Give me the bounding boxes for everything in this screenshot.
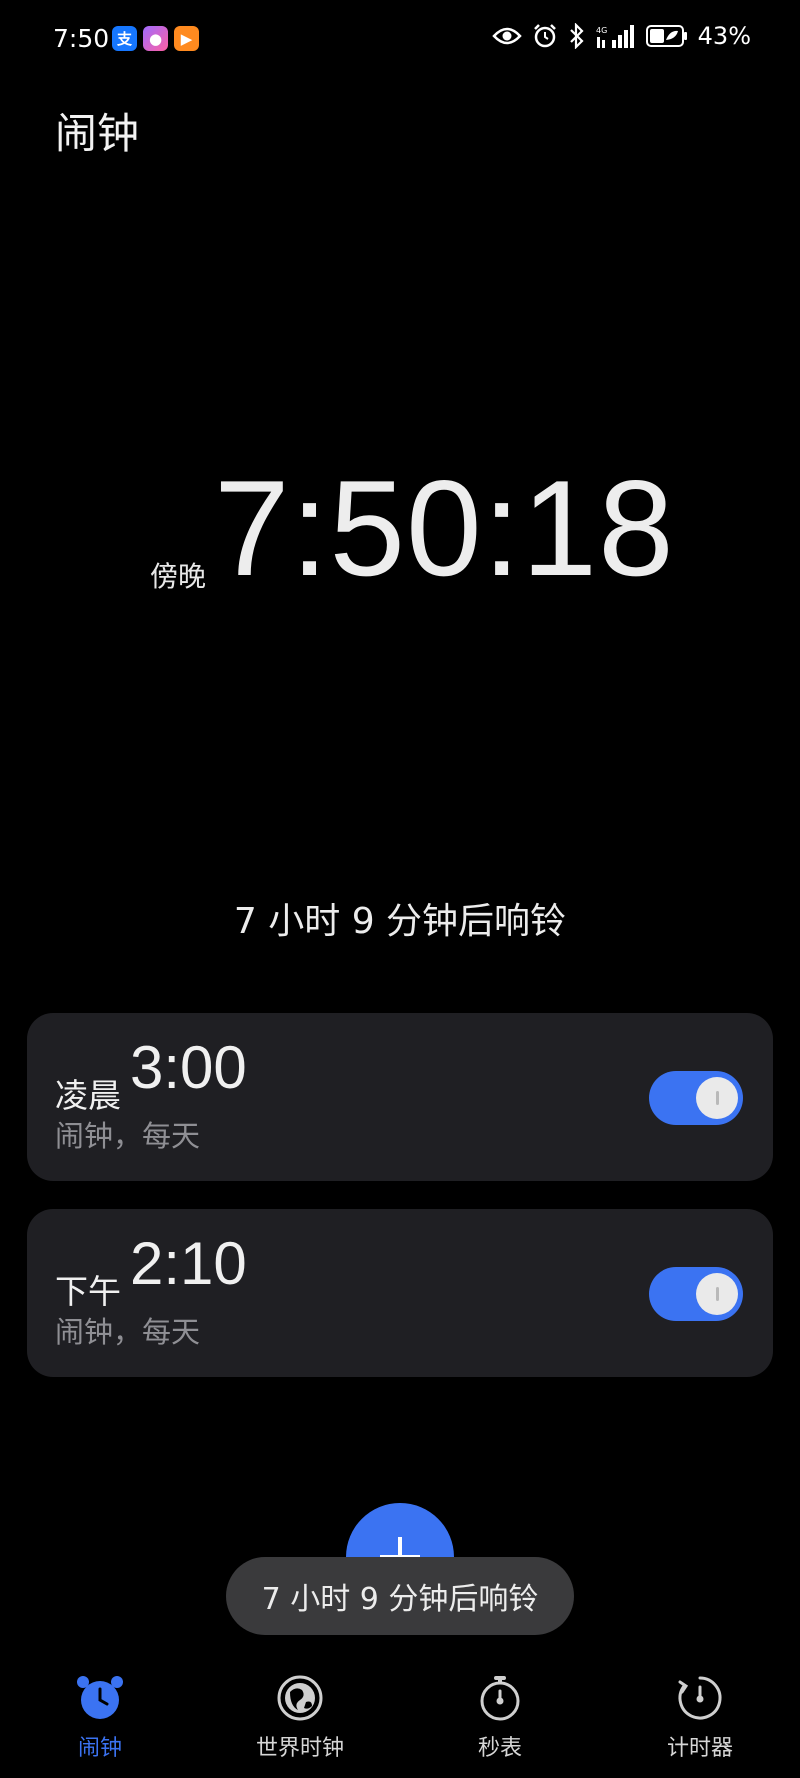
alarm-toggle[interactable]	[649, 1267, 743, 1321]
alarm-toggle[interactable]	[649, 1071, 743, 1125]
alarm-card[interactable]: 凌晨 3:00 闹钟，每天	[27, 1013, 773, 1181]
current-time-digits: 7:50:18	[214, 452, 675, 604]
alarm-clock-icon	[77, 1676, 123, 1719]
globe-icon	[277, 1675, 323, 1721]
battery-icon	[645, 25, 687, 47]
tab-label: 计时器	[666, 1736, 733, 1761]
alarm-period: 凌晨	[55, 1076, 121, 1115]
video-app-icon: ▶	[174, 26, 199, 51]
alarm-icon	[533, 24, 556, 48]
notification-app-icons: 支 ● ▶	[112, 26, 199, 51]
status-time: 7:50	[53, 24, 110, 53]
next-ring-text: 7 小时 9 分钟后响铃	[233, 901, 567, 942]
alarm-subtitle: 闹钟，每天	[55, 1119, 201, 1153]
signal-icon: 4G	[596, 25, 634, 48]
stopwatch-icon	[480, 1676, 520, 1721]
tab-label: 世界时钟	[255, 1736, 344, 1761]
bottom-nav: 闹钟 世界时钟 秒表 计时器	[0, 1660, 800, 1778]
svg-text:4G: 4G	[596, 26, 607, 35]
tab-label: 闹钟	[77, 1736, 122, 1761]
battery-percent: 43%	[697, 22, 751, 50]
toast-message: 7 小时 9 分钟后响铃	[226, 1557, 574, 1635]
app-icon: ●	[143, 26, 168, 51]
eye-icon	[491, 27, 522, 45]
alarm-period: 下午	[55, 1272, 121, 1311]
tab-timer[interactable]: 计时器	[620, 1672, 780, 1762]
tab-alarm[interactable]: 闹钟	[20, 1672, 180, 1762]
status-indicators: 4G 43%	[491, 22, 751, 50]
alarm-time: 3:00	[130, 1034, 247, 1101]
bluetooth-icon	[569, 23, 584, 49]
current-time-period: 傍晚	[150, 560, 207, 593]
alarm-subtitle: 闹钟，每天	[55, 1315, 201, 1349]
timer-icon	[678, 1676, 722, 1720]
page-title: 闹钟	[55, 109, 140, 158]
alarm-card[interactable]: 下午 2:10 闹钟，每天	[27, 1209, 773, 1377]
current-time-display: 傍晚 7:50:18	[0, 452, 800, 610]
tab-world-clock[interactable]: 世界时钟	[220, 1672, 380, 1762]
toggle-knob	[696, 1273, 738, 1315]
status-bar: 7:50 支 ● ▶ 4G 43%	[0, 0, 800, 78]
toggle-knob	[696, 1077, 738, 1119]
alipay-icon: 支	[112, 26, 137, 51]
tab-label: 秒表	[477, 1736, 522, 1761]
tab-stopwatch[interactable]: 秒表	[420, 1672, 580, 1762]
alarm-time: 2:10	[130, 1230, 247, 1297]
